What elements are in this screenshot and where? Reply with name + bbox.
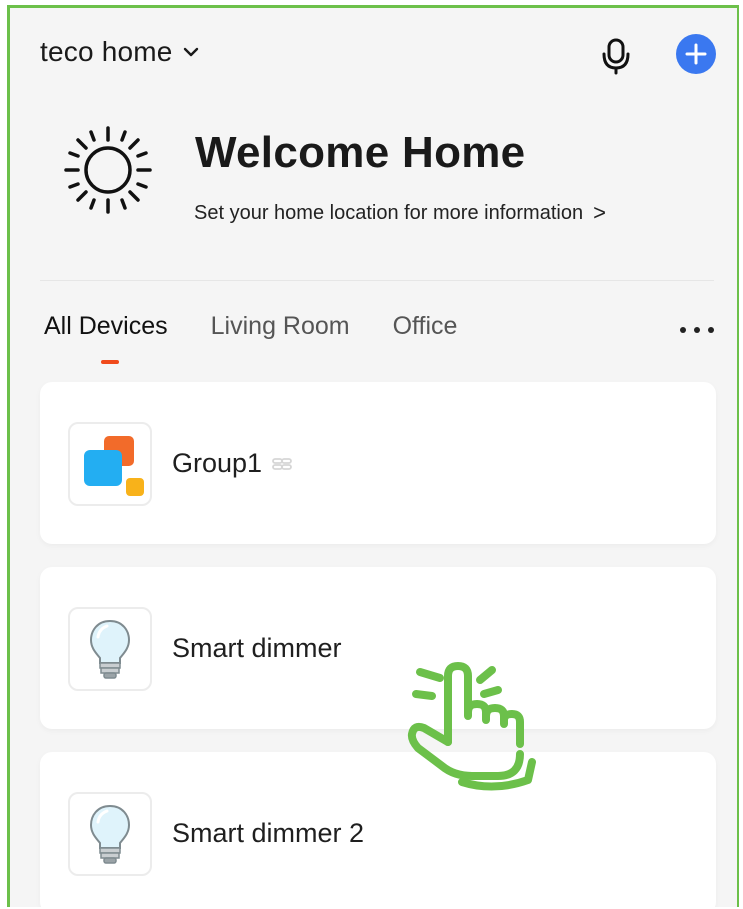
section-divider — [40, 280, 714, 281]
sun-icon — [58, 120, 158, 220]
device-name: Group1 — [172, 448, 263, 478]
tap-hand-icon — [402, 658, 542, 798]
location-prompt: Set your home location for more informat… — [194, 201, 584, 224]
home-name: teco home — [40, 36, 173, 67]
device-name: Smart dimmer — [172, 633, 342, 663]
tab-all-devices[interactable]: All Devices — [44, 312, 168, 341]
plus-icon — [685, 43, 707, 65]
welcome-title: Welcome Home — [195, 128, 526, 177]
bulb-icon — [68, 792, 152, 876]
set-location-link[interactable]: Set your home location for more informat… — [194, 200, 606, 226]
tab-living-room[interactable]: Living Room — [211, 312, 350, 341]
room-tabs: All Devices Living Room Office — [44, 312, 500, 364]
device-card-smart-dimmer[interactable]: Smart dimmer — [40, 567, 716, 729]
app-screen: teco home Welcome Home Set your home loc… — [7, 5, 739, 907]
chevron-right-icon: > — [593, 200, 606, 225]
microphone-icon[interactable] — [598, 36, 634, 76]
active-tab-indicator — [101, 360, 119, 364]
add-device-button[interactable] — [676, 34, 716, 74]
device-card-smart-dimmer-2[interactable]: Smart dimmer 2 — [40, 752, 716, 907]
home-switcher[interactable]: teco home — [40, 36, 199, 68]
chevron-down-icon — [183, 44, 199, 60]
device-card-group1[interactable]: Group1 — [40, 382, 716, 544]
bulb-icon — [68, 607, 152, 691]
tab-office[interactable]: Office — [393, 312, 458, 341]
group-icon — [68, 422, 152, 506]
more-horizontal-icon[interactable] — [680, 326, 714, 334]
device-name: Smart dimmer 2 — [172, 818, 365, 848]
link-icon — [272, 457, 292, 471]
